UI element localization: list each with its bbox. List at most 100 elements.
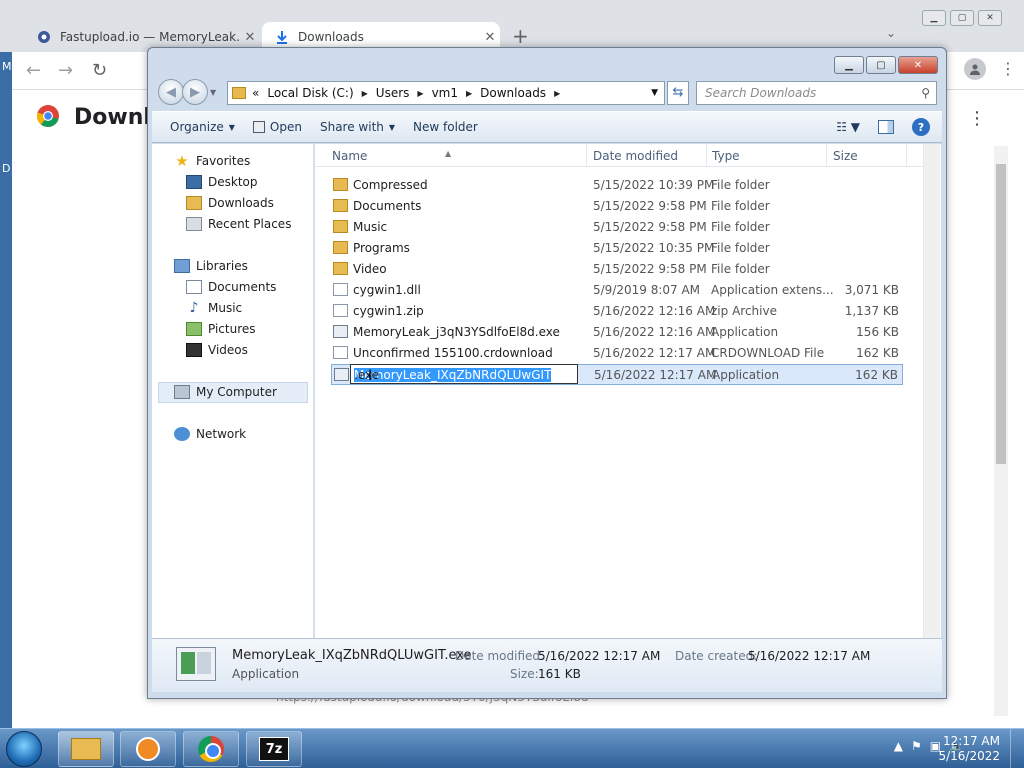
action-center-flag-icon[interactable]: ⚑ [911, 739, 922, 753]
nav-item-recent-places[interactable]: Recent Places [186, 217, 291, 231]
column-name[interactable]: Name [332, 149, 367, 163]
chrome-scrollbar[interactable] [994, 146, 1008, 716]
search-icon[interactable]: ⚲ [921, 86, 930, 100]
file-row[interactable]: Video 5/15/2022 9:58 PM File folder [331, 259, 903, 280]
open-label: Open [269, 120, 302, 134]
column-type[interactable]: Type [712, 149, 740, 163]
column-divider[interactable] [906, 144, 907, 167]
nav-label: Recent Places [208, 217, 292, 231]
nav-item-documents[interactable]: Documents [186, 280, 276, 294]
back-arrow-icon[interactable]: ◀ [158, 79, 184, 105]
address-bar[interactable]: « Local Disk (C:) ▶ Users ▶ vm1 ▶ Downlo… [227, 81, 665, 105]
close-icon[interactable]: ✕ [978, 10, 1002, 26]
nav-item-downloads[interactable]: Downloads [186, 196, 274, 210]
taskbar-chrome[interactable] [183, 731, 239, 767]
forward-arrow-icon[interactable]: → [58, 60, 73, 81]
file-row[interactable]: Compressed 5/15/2022 10:39 PM File folder [331, 175, 903, 196]
file-type: File folder [711, 178, 770, 192]
rename-input[interactable]: MemoryLeak_IXqZbNRdQLUwGIT .exe [350, 364, 578, 384]
start-button-icon[interactable] [6, 731, 42, 767]
folder-icon [333, 178, 348, 191]
nav-item-music[interactable]: ♪ Music [186, 300, 243, 316]
file-date: 5/9/2019 8:07 AM [593, 283, 701, 297]
nav-label: Downloads [208, 196, 274, 210]
file-size: 3,071 KB [844, 283, 899, 297]
file-row[interactable]: cygwin1.dll 5/9/2019 8:07 AM Application e… [331, 280, 903, 301]
breadcrumb-local-disk[interactable]: Local Disk (C:) [267, 86, 353, 100]
file-date: 5/16/2022 12:16 AM [593, 304, 716, 318]
new-tab-icon[interactable]: + [512, 24, 529, 48]
change-view-icon[interactable]: ☷ ▼ [836, 120, 860, 134]
forward-arrow-icon[interactable]: ▶ [182, 79, 208, 105]
videos-icon [186, 343, 202, 357]
tab-close-icon[interactable]: ✕ [240, 30, 260, 45]
nav-item-pictures[interactable]: Pictures [186, 322, 256, 336]
profile-avatar-icon[interactable] [964, 58, 986, 80]
taskbar-7zip[interactable]: 7z [246, 731, 302, 767]
breadcrumb-overflow[interactable]: « [252, 86, 259, 100]
breadcrumb-chevron-icon[interactable]: ▶ [417, 89, 423, 98]
nav-item-libraries[interactable]: Libraries [174, 259, 248, 273]
file-row[interactable]: MemoryLeak_j3qN3YSdlfoEl8d.exe 5/16/2022 … [331, 322, 903, 343]
breadcrumb-chevron-icon[interactable]: ▶ [554, 89, 560, 98]
help-icon[interactable]: ? [912, 118, 930, 136]
file-row[interactable]: Documents 5/15/2022 9:58 PM File folder [331, 196, 903, 217]
nav-item-network[interactable]: Network [174, 427, 246, 441]
address-dropdown-icon[interactable]: ▼ [651, 88, 658, 98]
show-desktop-button[interactable] [1010, 729, 1024, 768]
scrollbar-thumb[interactable] [996, 164, 1006, 464]
file-name: Documents [353, 199, 422, 213]
breadcrumb-downloads[interactable]: Downloads [480, 86, 546, 100]
new-folder-button[interactable]: New folder [413, 120, 478, 134]
music-note-icon: ♪ [189, 300, 199, 316]
tab-search-chevron-icon[interactable]: ⌄ [886, 26, 896, 40]
organize-button[interactable]: Organize ▼ [170, 120, 235, 134]
back-arrow-icon[interactable]: ← [26, 60, 41, 81]
maximize-icon[interactable]: ▢ [866, 56, 896, 74]
file-date: 5/15/2022 10:39 PM [593, 178, 715, 192]
preview-pane-icon[interactable] [878, 120, 894, 134]
downloads-menu-icon[interactable]: ⋮ [968, 108, 986, 129]
breadcrumb-chevron-icon[interactable]: ▶ [362, 89, 368, 98]
breadcrumb-vm1[interactable]: vm1 [432, 86, 458, 100]
breadcrumb-chevron-icon[interactable]: ▶ [466, 89, 472, 98]
file-date: 5/16/2022 12:17 AM [593, 346, 716, 360]
application-icon [334, 368, 349, 381]
share-with-button[interactable]: Share with ▼ [320, 120, 395, 134]
tab-close-icon[interactable]: ✕ [480, 30, 500, 45]
minimize-icon[interactable]: ▁ [922, 10, 946, 26]
breadcrumb-users[interactable]: Users [376, 86, 410, 100]
file-date: 5/16/2022 12:16 AM [593, 325, 716, 339]
maximize-icon[interactable]: ▢ [950, 10, 974, 26]
open-button[interactable]: Open [252, 120, 302, 134]
column-divider[interactable] [826, 144, 827, 167]
file-row[interactable]: Unconfirmed 155100.crdownload 5/16/2022 1… [331, 343, 903, 364]
reload-icon[interactable]: ↻ [92, 60, 107, 81]
show-hidden-icons-icon[interactable]: ▲ [894, 739, 903, 753]
close-icon[interactable]: ✕ [898, 56, 938, 74]
taskbar-explorer[interactable] [58, 731, 114, 767]
file-row[interactable]: cygwin1.zip 5/16/2022 12:16 AM zip Archive… [331, 301, 903, 322]
taskbar-media-player[interactable] [120, 731, 176, 767]
media-player-icon [136, 737, 160, 761]
search-input[interactable]: Search Downloads ⚲ [696, 81, 937, 105]
column-divider[interactable] [706, 144, 707, 167]
nav-item-desktop[interactable]: Desktop [186, 175, 258, 189]
file-row-selected[interactable]: MemoryLeak_IXqZbNRdQLUwGIT .exe I 5/16/20… [331, 364, 903, 385]
nav-item-favorites[interactable]: ★ Favorites [174, 154, 250, 169]
file-row[interactable]: Music 5/15/2022 9:58 PM File folder [331, 217, 903, 238]
nav-item-my-computer[interactable]: My Computer [174, 385, 277, 399]
column-divider[interactable] [586, 144, 587, 167]
refresh-icon[interactable]: ⇆ [667, 81, 689, 105]
chrome-menu-icon[interactable]: ⋮ [1000, 58, 1016, 80]
system-clock[interactable]: 12:17 AM 5/16/2022 [938, 734, 1000, 764]
minimize-icon[interactable]: ▁ [834, 56, 864, 74]
file-name: Compressed [353, 178, 428, 192]
nav-item-videos[interactable]: Videos [186, 343, 248, 357]
column-date-modified[interactable]: Date modified [593, 149, 678, 163]
file-row[interactable]: Programs 5/15/2022 10:35 PM File folder [331, 238, 903, 259]
folder-icon [232, 87, 246, 99]
recent-pages-chevron-icon[interactable]: ▼ [210, 88, 216, 97]
column-size[interactable]: Size [833, 149, 858, 163]
file-list-scrollbar[interactable] [923, 144, 940, 638]
